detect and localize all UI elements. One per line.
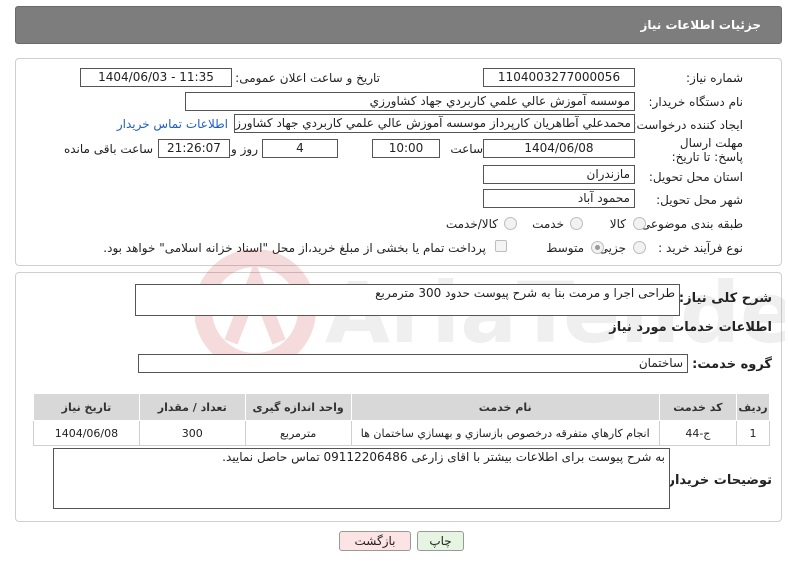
col-header-unit: واحد اندازه گیری — [244, 393, 352, 421]
requester-label: ایجاد کننده درخواست: — [632, 118, 743, 132]
cell-row-number: 1 — [735, 420, 771, 446]
treasury-checkbox[interactable] — [495, 240, 507, 252]
deadline-label: مهلت ارسال پاسخ: تا تاریخ: — [671, 136, 743, 164]
back-button[interactable]: بازگشت — [339, 531, 411, 551]
print-button[interactable]: چاپ — [417, 531, 464, 551]
process-radio-medium[interactable] — [591, 241, 604, 254]
col-header-service-code: کد خدمت — [658, 393, 737, 421]
col-header-quantity: تعداد / مقدار — [138, 393, 246, 421]
buyer-contact-link[interactable]: اطلاعات تماس خریدار — [117, 117, 228, 131]
days-label: روز و — [231, 142, 258, 156]
process-radio-minor[interactable] — [633, 241, 646, 254]
process-option-medium: متوسط — [546, 241, 584, 255]
service-group-label: گروه خدمت: — [692, 357, 772, 372]
buyer-org-label: نام دستگاه خریدار: — [648, 95, 744, 109]
need-number-label: شماره نیاز: — [686, 71, 743, 85]
category-option-goods-service: کالا/خدمت — [445, 217, 498, 231]
cell-unit: مترمربع — [244, 420, 352, 446]
summary-text: طراحی اجرا و مرمت بنا به شرح پیوست حدود … — [375, 286, 675, 300]
table-row: 1 ج-44 انجام كارهاي متفرقه درخصوص بازساز… — [33, 420, 771, 446]
services-section-title: اطلاعات خدمات مورد نیاز — [609, 320, 772, 335]
payment-note: پرداخت تمام یا بخشی از مبلغ خرید،از محل … — [103, 241, 486, 255]
notes-field: به شرح پیوست برای اطلاعات بیشتر با اقای … — [53, 448, 670, 509]
category-radio-goods[interactable] — [633, 217, 646, 230]
notes-label: توضیحات خریدار: — [662, 473, 772, 488]
summary-field: طراحی اجرا و مرمت بنا به شرح پیوست حدود … — [135, 284, 680, 316]
table-header-row: ردیف کد خدمت نام خدمت واحد اندازه گیری ت… — [33, 393, 771, 421]
remaining-time-field: 21:26:07 — [158, 139, 230, 158]
services-table: ردیف کد خدمت نام خدمت واحد اندازه گیری ت… — [33, 393, 771, 446]
announce-field: 1404/06/03 - 11:35 — [80, 68, 232, 87]
days-field: 4 — [262, 139, 338, 158]
notes-text: به شرح پیوست برای اطلاعات بیشتر با اقای … — [222, 450, 665, 464]
category-option-service: خدمت — [532, 217, 564, 231]
buyer-org-field: موسسه آموزش عالي علمي كاربردي جهاد كشاور… — [185, 92, 635, 111]
col-header-row-number: ردیف — [735, 393, 771, 421]
cell-need-date: 1404/06/08 — [33, 420, 140, 446]
city-label: شهر محل تحویل: — [656, 193, 743, 207]
deadline-time-field: 10:00 — [372, 139, 440, 158]
panel-title: جزئیات اطلاعات نیاز — [640, 18, 761, 32]
time-label: ساعت — [450, 142, 483, 156]
remaining-label: ساعت باقی مانده — [63, 142, 153, 156]
category-option-goods: کالا — [609, 217, 626, 231]
category-radio-goods-service[interactable] — [504, 217, 517, 230]
need-number-field: 1104003277000056 — [483, 68, 635, 87]
panel-header: جزئیات اطلاعات نیاز — [15, 6, 782, 44]
cell-quantity: 300 — [138, 420, 246, 446]
category-radio-service[interactable] — [570, 217, 583, 230]
summary-label: شرح کلی نیاز: — [678, 291, 772, 306]
cell-service-code: ج-44 — [658, 420, 737, 446]
deadline-date-field: 1404/06/08 — [483, 139, 635, 158]
col-header-need-date: تاریخ نیاز — [33, 393, 140, 421]
province-label: استان محل تحویل: — [648, 170, 743, 184]
province-field: مازندران — [483, 165, 635, 184]
requester-field: محمدعلي آطاهريان كارپرداز موسسه آموزش عا… — [234, 114, 635, 133]
process-label: نوع فرآیند خرید : — [658, 241, 743, 255]
cell-service-name: انجام كارهاي متفرقه درخصوص بازسازي و بهس… — [350, 420, 660, 446]
category-label: طبقه بندی موضوعی: — [636, 217, 743, 231]
service-group-field: ساختمان — [138, 354, 688, 373]
city-field: محمود آباد — [483, 189, 635, 208]
announce-label: تاریخ و ساعت اعلان عمومی: — [235, 71, 380, 85]
col-header-service-name: نام خدمت — [350, 393, 660, 421]
